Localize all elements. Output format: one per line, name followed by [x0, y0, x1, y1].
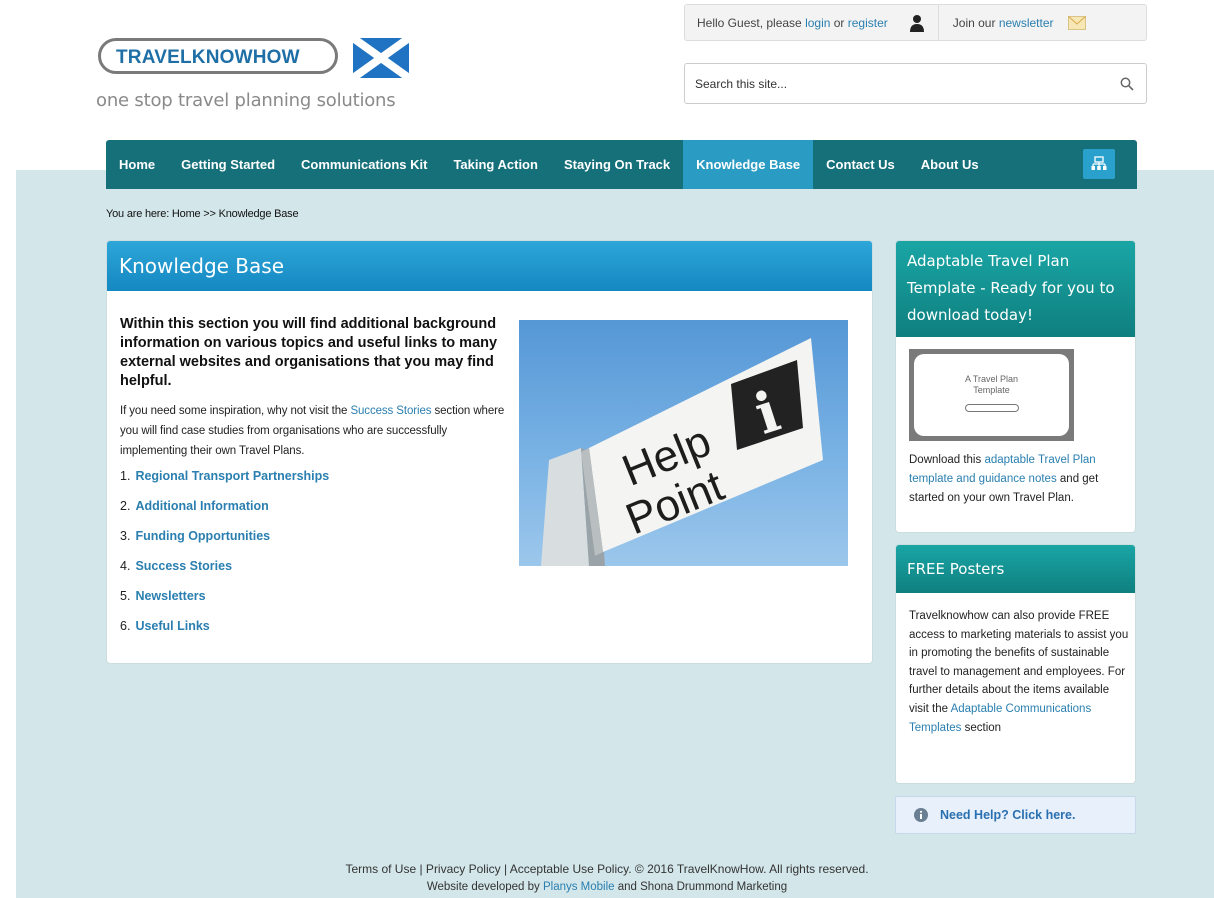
box1-text-pre: Download this: [909, 454, 985, 466]
footer-credits: Website developed by Planys Mobile and S…: [0, 881, 1214, 893]
link-additional-information[interactable]: Additional Information: [135, 499, 268, 513]
thumbnail-card: A Travel Plan Template: [914, 354, 1069, 436]
breadcrumb-home[interactable]: Home: [172, 208, 201, 220]
need-help-button[interactable]: Need Help? Click here.: [895, 796, 1136, 834]
or-text: or: [830, 15, 848, 30]
list-item: 2. Additional Information: [120, 499, 329, 529]
list-number: 3.: [120, 529, 131, 543]
nav-item-getting-started[interactable]: Getting Started: [168, 140, 288, 189]
main-navigation: Home Getting Started Communications Kit …: [106, 140, 1137, 189]
help-point-image: i Help Point: [519, 320, 848, 566]
planys-mobile-link[interactable]: Planys Mobile: [543, 881, 615, 893]
list-item: 1. Regional Transport Partnerships: [120, 469, 329, 499]
join-prefix: Join our: [952, 15, 999, 30]
free-posters-text: Travelknowhow can also provide FREE acce…: [909, 607, 1129, 737]
link-useful-links[interactable]: Useful Links: [135, 619, 209, 633]
list-item: 5. Newsletters: [120, 589, 329, 619]
breadcrumb: You are here: Home >> Knowledge Base: [106, 208, 299, 220]
travel-plan-template-box: Adaptable Travel Plan Template - Ready f…: [895, 240, 1136, 533]
help-point-sign-graphic: i Help Point: [541, 338, 823, 566]
info-icon: [914, 808, 928, 822]
breadcrumb-prefix: You are here:: [106, 208, 172, 220]
logo-word-know: KNOW: [191, 47, 253, 68]
link-funding-opportunities[interactable]: Funding Opportunities: [135, 529, 270, 543]
search-icon[interactable]: [1120, 77, 1134, 91]
knowledge-base-links: 1. Regional Transport Partnerships 2. Addi…: [120, 469, 329, 649]
link-newsletters[interactable]: Newsletters: [135, 589, 205, 603]
travel-plan-box-title: Adaptable Travel Plan Template - Ready f…: [896, 241, 1135, 337]
breadcrumb-separator: >>: [200, 208, 219, 220]
nav-item-staying-on-track[interactable]: Staying On Track: [551, 140, 683, 189]
site-search: [684, 63, 1147, 104]
footer-credits-post: and Shona Drummond Marketing: [614, 881, 788, 893]
intro-text-pre: If you need some inspiration, why not vi…: [120, 405, 351, 417]
list-item: 6. Useful Links: [120, 619, 329, 649]
user-icon[interactable]: [908, 14, 926, 32]
sitemap-button[interactable]: [1083, 149, 1115, 179]
intro-heading: Within this section you will find additi…: [120, 316, 498, 389]
free-posters-box: FREE Posters Travelknowhow can also prov…: [895, 544, 1136, 784]
logo-word-travel: TRAVEL: [116, 47, 192, 68]
newsletter-text: Join our newsletter: [953, 16, 1054, 30]
login-link[interactable]: login: [805, 16, 830, 30]
thumbnail-line-2: Template: [973, 385, 1010, 395]
list-item: 3. Funding Opportunities: [120, 529, 329, 559]
knowledge-base-panel: Knowledge Base Within this section you w…: [106, 240, 873, 664]
thumbnail-logo-pill: [964, 404, 1019, 412]
link-success-stories[interactable]: Success Stories: [135, 559, 232, 573]
need-help-label: Need Help? Click here.: [940, 808, 1076, 822]
search-input[interactable]: [685, 64, 1085, 103]
link-regional-transport-partnerships[interactable]: Regional Transport Partnerships: [135, 469, 329, 483]
list-number: 4.: [120, 559, 131, 573]
travel-plan-template-thumbnail[interactable]: A Travel Plan Template: [909, 349, 1074, 441]
intro-paragraph: If you need some inspiration, why not vi…: [120, 401, 515, 461]
list-number: 2.: [120, 499, 131, 513]
free-posters-title: FREE Posters: [896, 545, 1135, 593]
nav-item-knowledge-base[interactable]: Knowledge Base: [683, 140, 814, 189]
newsletter-link[interactable]: newsletter: [999, 16, 1054, 30]
list-number: 1.: [120, 469, 131, 483]
envelope-icon[interactable]: [1067, 15, 1086, 30]
site-tagline: one stop travel planning solutions: [96, 90, 396, 111]
thumbnail-line-1: A Travel Plan: [964, 374, 1019, 384]
nav-item-contact-us[interactable]: Contact Us: [813, 140, 908, 189]
greeting-text: Hello Guest, please login or register: [685, 16, 888, 30]
nav-item-home[interactable]: Home: [106, 140, 168, 189]
register-link[interactable]: register: [848, 16, 888, 30]
greeting-prefix: Hello Guest, please: [697, 15, 806, 30]
nav-item-about-us[interactable]: About Us: [908, 140, 992, 189]
nav-item-taking-action[interactable]: Taking Action: [440, 140, 551, 189]
box2-text-post: section: [961, 721, 1002, 734]
success-stories-inline-link[interactable]: Success Stories: [350, 405, 431, 417]
list-item: 4. Success Stories: [120, 559, 329, 589]
footer-legal-links[interactable]: Terms of Use | Privacy Policy | Acceptab…: [0, 862, 1214, 876]
breadcrumb-current: Knowledge Base: [218, 208, 299, 220]
user-bar-divider: [937, 4, 939, 41]
scotland-flag-icon: [353, 38, 409, 78]
user-bar: Hello Guest, please login or register Jo…: [684, 4, 1147, 41]
box2-text-pre: Travelknowhow can also provide FREE acce…: [909, 610, 1129, 715]
nav-item-communications-kit[interactable]: Communications Kit: [288, 140, 440, 189]
footer-credits-pre: Website developed by: [426, 881, 543, 893]
sitemap-icon: [1091, 156, 1107, 170]
travel-plan-box-text: Download this adaptable Travel Plan temp…: [909, 451, 1129, 508]
list-number: 6.: [120, 619, 131, 633]
logo-wordmark: TRAVELKNOWHOW: [116, 47, 300, 69]
logo-word-how: HOW: [252, 47, 300, 68]
list-number: 5.: [120, 589, 131, 603]
site-logo[interactable]: TRAVELKNOWHOW one stop travel planning s…: [96, 28, 426, 118]
page-title: Knowledge Base: [107, 241, 872, 291]
